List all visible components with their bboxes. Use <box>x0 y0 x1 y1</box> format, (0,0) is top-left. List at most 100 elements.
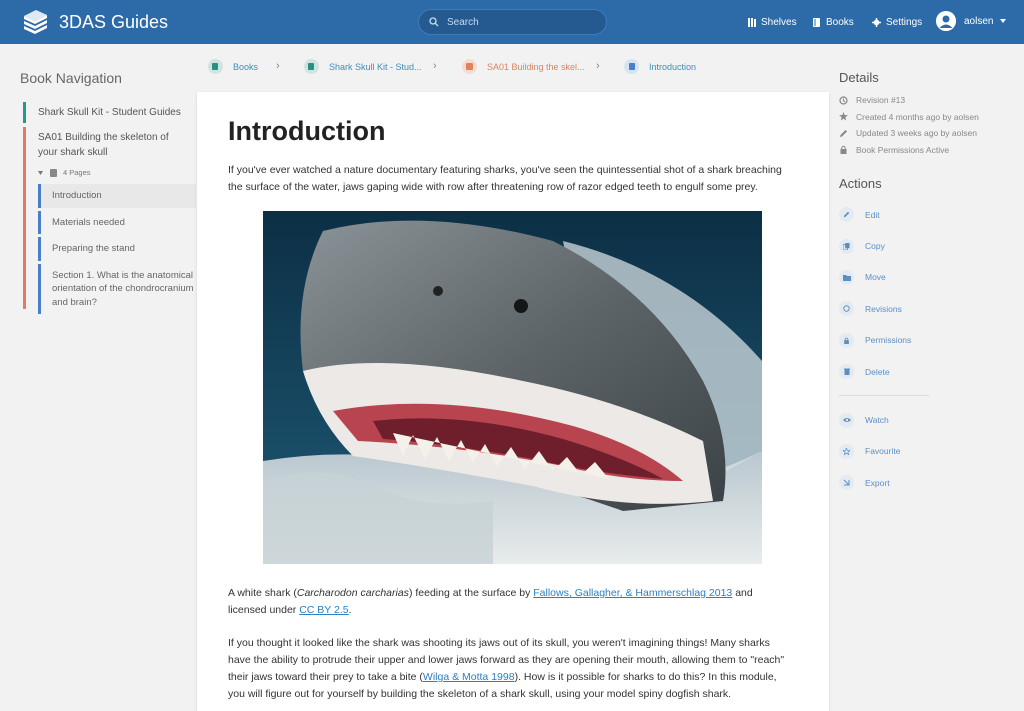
caption-text: ) feeding at the surface by <box>408 587 534 599</box>
lock-icon <box>840 146 847 155</box>
books-logo-icon <box>24 10 47 34</box>
breadcrumb-books-label: Books <box>233 61 259 72</box>
nav-settings-label: Settings <box>886 16 923 28</box>
star-icon <box>839 112 848 121</box>
star-icon <box>839 443 854 459</box>
species-name: Carcharodon carcharias <box>296 587 409 599</box>
edit-action[interactable]: Edit <box>839 199 1009 230</box>
username: aolsen <box>964 15 994 27</box>
user-icon <box>936 11 956 31</box>
citation-link[interactable]: Fallows, Gallagher, & Hammerschlag 2013 <box>533 587 732 599</box>
page-item-introduction[interactable]: Introduction <box>38 184 196 208</box>
page-icon <box>50 168 57 177</box>
pencil-icon <box>839 207 854 223</box>
nav-chapter-link[interactable]: SA01 Building the skeleton of your shark… <box>38 130 188 160</box>
favourite-label: Favourite <box>865 446 901 457</box>
book-icon <box>304 59 319 74</box>
breadcrumb-books[interactable]: Books <box>208 59 258 74</box>
right-sidebar: Details Revision #13 Created 4 months ag… <box>839 70 1009 499</box>
revision-text: Revision #13 <box>856 95 906 106</box>
caret-down-icon <box>1000 19 1007 23</box>
photo-caption: A white shark (Carcharodon carcharias) f… <box>228 585 793 619</box>
page-icon <box>624 59 639 74</box>
nav-books-label: Books <box>826 16 854 28</box>
caption-text: A white shark ( <box>228 587 297 599</box>
nav-shelves-label: Shelves <box>761 16 797 28</box>
user-menu[interactable]: aolsen <box>936 11 1007 31</box>
copy-action[interactable]: Copy <box>839 230 1009 261</box>
delete-label: Delete <box>865 366 890 377</box>
history-icon <box>839 96 848 105</box>
permissions-text: Book Permissions Active <box>856 144 950 155</box>
caret-down-icon <box>38 170 43 175</box>
revisions-label: Revisions <box>865 303 902 314</box>
revisions-action[interactable]: Revisions <box>839 293 1009 324</box>
app-title: 3DAS Guides <box>59 11 169 32</box>
permissions-detail: Book Permissions Active <box>839 142 1009 159</box>
nav-shelves[interactable]: Shelves <box>748 0 797 44</box>
move-action[interactable]: Move <box>839 262 1009 293</box>
watch-label: Watch <box>865 415 889 426</box>
breadcrumb-chapter[interactable]: SA01 Building the skel... <box>462 59 585 74</box>
pencil-icon <box>840 129 847 137</box>
created-text: Created 4 months ago by aolsen <box>856 111 979 122</box>
license-link[interactable]: CC BY 2.5 <box>299 604 348 616</box>
search-box[interactable] <box>418 9 607 35</box>
breadcrumb-separator: › <box>276 60 280 72</box>
actions-divider <box>839 395 929 397</box>
nav-chapter: SA01 Building the skeleton of your shark… <box>23 127 196 314</box>
app-logo[interactable]: 3DAS Guides <box>22 9 168 35</box>
copy-icon <box>839 238 854 254</box>
export-action[interactable]: Export <box>839 467 1009 498</box>
pages-count: 4 Pages <box>63 168 91 177</box>
nav-book-link[interactable]: Shark Skull Kit - Student Guides <box>23 102 193 123</box>
search-input[interactable] <box>447 16 587 28</box>
folder-icon <box>839 269 854 285</box>
updated-detail: Updated 3 weeks ago by aolsen <box>839 125 1009 142</box>
page-item-section-1[interactable]: Section 1. What is the anatomical orient… <box>38 263 196 314</box>
history-icon <box>839 301 854 317</box>
trash-icon <box>839 364 854 380</box>
book-icon <box>813 17 820 27</box>
eye-icon <box>839 412 854 428</box>
revision-detail[interactable]: Revision #13 <box>839 92 1009 109</box>
copy-label: Copy <box>865 241 885 252</box>
watch-action[interactable]: Watch <box>839 404 1009 435</box>
export-icon <box>839 475 854 491</box>
breadcrumb-book-label: Shark Skull Kit - Stud... <box>329 61 422 72</box>
page-title: Introduction <box>228 116 386 146</box>
avatar <box>936 11 956 31</box>
pages-toggle[interactable]: 4 Pages <box>38 168 91 177</box>
breadcrumb-separator: › <box>433 60 437 72</box>
details-title: Details <box>839 70 879 85</box>
favourite-action[interactable]: Favourite <box>839 436 1009 467</box>
nav-settings[interactable]: Settings <box>872 0 922 44</box>
wilga-motta-link[interactable]: Wilga & Motta 1998 <box>423 671 515 683</box>
updated-text: Updated 3 weeks ago by aolsen <box>856 128 977 139</box>
caption-text: . <box>348 604 352 616</box>
chapter-icon <box>462 59 477 74</box>
breadcrumb-book[interactable]: Shark Skull Kit - Stud... <box>304 59 422 74</box>
lock-icon <box>839 332 854 348</box>
edit-label: Edit <box>865 209 880 220</box>
page-item-stand[interactable]: Preparing the stand <box>38 237 196 261</box>
book-navigation-title: Book Navigation <box>20 70 122 86</box>
nav-books[interactable]: Books <box>813 0 854 44</box>
books-icon <box>208 59 223 74</box>
delete-action[interactable]: Delete <box>839 356 1009 387</box>
page-list: Introduction Materials needed Preparing … <box>38 184 196 317</box>
book-navigation: Book Navigation Shark Skull Kit - Studen… <box>20 70 196 314</box>
breadcrumb-chapter-label: SA01 Building the skel... <box>487 61 585 72</box>
permissions-action[interactable]: Permissions <box>839 325 1009 356</box>
shelves-icon <box>748 17 756 27</box>
move-label: Move <box>865 272 886 283</box>
breadcrumb-separator: › <box>596 60 600 72</box>
page-content: Introduction If you've ever watched a na… <box>197 92 829 711</box>
page-item-materials[interactable]: Materials needed <box>38 210 196 234</box>
actions-title: Actions <box>839 176 882 191</box>
breadcrumb-page[interactable]: Introduction <box>624 59 696 74</box>
search-icon <box>429 17 439 27</box>
breadcrumb-page-label: Introduction <box>649 61 697 72</box>
body-paragraph: If you thought it looked like the shark … <box>228 635 793 703</box>
top-header: 3DAS Guides Shelves Books Settings aolse… <box>0 0 1024 44</box>
